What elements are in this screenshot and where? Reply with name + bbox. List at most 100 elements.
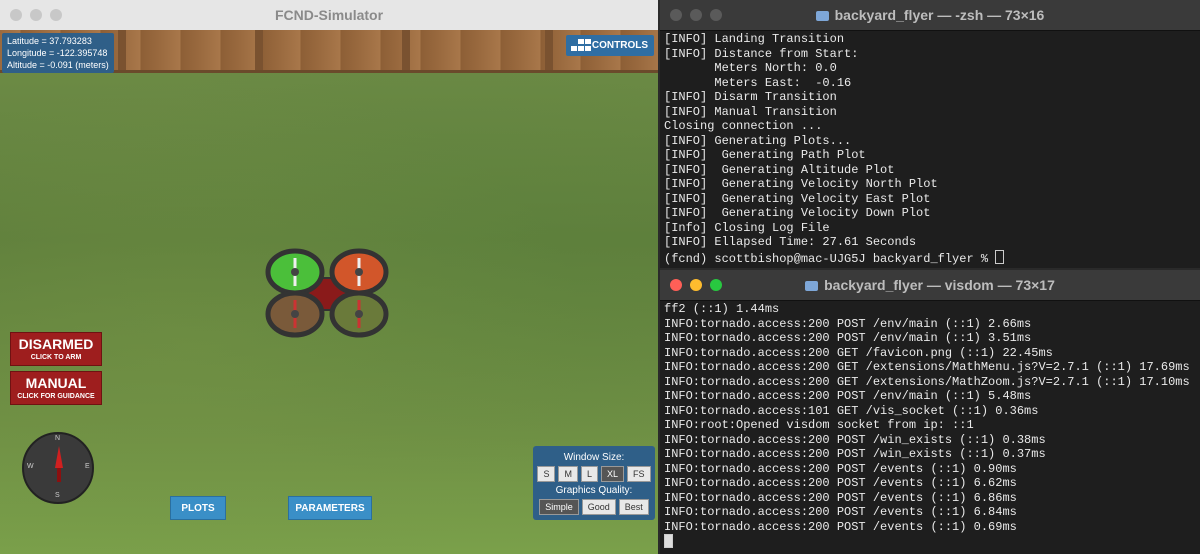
disarmed-button[interactable]: DISARMED CLICK TO ARM bbox=[10, 332, 102, 366]
quality-simple[interactable]: Simple bbox=[539, 499, 579, 515]
latitude-readout: Latitude = 37.793283 bbox=[7, 36, 92, 46]
terminal-line: INFO:tornado.access:200 POST /env/main (… bbox=[664, 331, 1032, 345]
compass-east: E bbox=[85, 463, 90, 470]
terminal-output: ff2 (::1) 1.44ms INFO:tornado.access:200 … bbox=[664, 300, 1200, 554]
graphics-quality-options: Simple Good Best bbox=[533, 499, 655, 515]
minimize-button[interactable] bbox=[30, 9, 42, 21]
window-size-m[interactable]: M bbox=[558, 466, 578, 482]
terminal-cursor bbox=[995, 249, 1005, 264]
compass-needle-tail bbox=[57, 468, 61, 482]
close-button[interactable] bbox=[10, 9, 22, 21]
manual-sublabel: CLICK FOR GUIDANCE bbox=[17, 393, 95, 400]
terminal-window-zsh[interactable]: backyard_flyer — -zsh — 73×16 [INFO] Lan… bbox=[660, 0, 1200, 268]
simulator-window: FCND-Simulator Latitude = 37.793283 Long… bbox=[0, 0, 658, 554]
terminal-line: INFO:tornado.access:200 POST /events (::… bbox=[664, 461, 1017, 476]
zoom-button[interactable] bbox=[710, 9, 722, 21]
compass-north: N bbox=[55, 435, 61, 442]
window-controls bbox=[670, 279, 722, 291]
terminal-line: INFO:tornado.access:200 POST /env/main (… bbox=[664, 316, 1032, 331]
window-size-label: Window Size: bbox=[563, 452, 625, 463]
fence-post bbox=[545, 30, 553, 70]
simulator-titlebar: FCND-Simulator bbox=[0, 0, 658, 31]
compass-south: S bbox=[55, 492, 60, 499]
quadcopter-drone bbox=[265, 248, 389, 338]
manual-label: MANUAL bbox=[25, 375, 87, 391]
terminal-line: INFO:tornado.access:200 POST /events (::… bbox=[664, 519, 1017, 534]
controls-button[interactable]: CONTROLS bbox=[565, 35, 654, 56]
terminal-line: [INFO] Ellapsed Time: 27.61 Seconds bbox=[664, 235, 917, 249]
close-button[interactable] bbox=[670, 279, 682, 291]
terminal-line: [INFO] Generating Plots... bbox=[664, 133, 852, 148]
terminal-line: [INFO] Distance from Start: bbox=[664, 46, 859, 61]
fence-post bbox=[255, 30, 263, 70]
terminal-line: [INFO] Disarm Transition bbox=[664, 90, 837, 104]
terminal-window-visdom[interactable]: backyard_flyer — visdom — 73×17 ff2 (::1… bbox=[660, 270, 1200, 554]
terminal-line: [INFO] Generating Velocity North Plot bbox=[664, 177, 938, 191]
terminal-line: [INFO] Generating Altitude Plot bbox=[664, 162, 895, 177]
close-button[interactable] bbox=[670, 9, 682, 21]
display-settings-panel: Window Size: S M L XL FS Graphics Qualit… bbox=[533, 446, 655, 520]
terminal-line: INFO:tornado.access:200 POST /win_exists… bbox=[664, 432, 1046, 447]
compass-west: W bbox=[27, 463, 34, 470]
longitude-readout: Longitude = -122.395748 bbox=[7, 48, 108, 58]
simulator-title: FCND-Simulator bbox=[274, 7, 384, 23]
terminal-line: Meters North: 0.0 bbox=[664, 61, 837, 75]
altitude-readout: Altitude = -0.091 (meters) bbox=[7, 60, 109, 70]
disarmed-label: DISARMED bbox=[18, 336, 94, 352]
terminal-line: Closing connection ... bbox=[664, 119, 823, 133]
quality-good[interactable]: Good bbox=[581, 499, 616, 515]
minimize-button[interactable] bbox=[690, 279, 702, 291]
graphics-quality-label: Graphics Quality: bbox=[555, 485, 633, 496]
terminal-line: [INFO] Landing Transition bbox=[664, 32, 845, 46]
terminal-line: INFO:tornado.access:101 GET /vis_socket … bbox=[664, 403, 1039, 418]
window-size-fs[interactable]: FS bbox=[627, 466, 651, 482]
window-size-s[interactable]: S bbox=[537, 466, 556, 482]
zoom-button[interactable] bbox=[50, 9, 62, 21]
plots-label: PLOTS bbox=[181, 502, 215, 514]
terminal-line: INFO:tornado.access:200 GET /favicon.png… bbox=[664, 345, 1053, 360]
terminal-line: INFO:tornado.access:200 GET /extensions/… bbox=[664, 360, 1190, 374]
terminal-line: [Info] Closing Log File bbox=[664, 220, 830, 235]
terminal-line: INFO:root:Opened visdom socket from ip: … bbox=[664, 418, 974, 432]
terminal-cursor bbox=[664, 534, 673, 548]
minimize-button[interactable] bbox=[690, 9, 702, 21]
controls-label: CONTROLS bbox=[591, 40, 648, 51]
terminal-line: ff2 (::1) 1.44ms bbox=[664, 302, 780, 316]
fence-post bbox=[402, 30, 410, 70]
terminal-line: [INFO] Generating Velocity Down Plot bbox=[664, 206, 931, 220]
plots-button[interactable]: PLOTS bbox=[170, 496, 226, 520]
terminal-line: [INFO] Generating Path Plot bbox=[664, 148, 866, 162]
compass-icon: N S E W bbox=[22, 432, 94, 504]
window-size-l[interactable]: L bbox=[580, 466, 598, 482]
disarmed-sublabel: CLICK TO ARM bbox=[30, 354, 82, 361]
position-readout: Latitude = 37.793283 Longitude = -122.39… bbox=[2, 33, 114, 73]
terminal-titlebar: backyard_flyer — visdom — 73×17 bbox=[660, 270, 1200, 301]
grid-icon bbox=[570, 39, 591, 53]
terminal-line: INFO:tornado.access:200 GET /extensions/… bbox=[664, 374, 1190, 389]
terminal-prompt-line[interactable] bbox=[664, 534, 1200, 551]
terminal-line: [INFO] Generating Velocity East Plot bbox=[664, 191, 931, 206]
terminal-titlebar: backyard_flyer — -zsh — 73×16 bbox=[660, 0, 1200, 31]
folder-icon bbox=[815, 11, 829, 21]
parameters-button[interactable]: PARAMETERS bbox=[288, 496, 372, 520]
quality-best[interactable]: Best bbox=[618, 499, 649, 515]
folder-icon bbox=[805, 281, 819, 291]
terminal-line: INFO:tornado.access:200 POST /env/main (… bbox=[664, 389, 1032, 403]
window-controls bbox=[10, 9, 62, 21]
fence-post bbox=[118, 30, 126, 70]
window-size-options: S M L XL FS bbox=[533, 466, 655, 482]
terminal-prompt: (fcnd) scottbishop@mac-UJG5J backyard_fl… bbox=[664, 251, 996, 266]
simulator-scene[interactable]: Latitude = 37.793283 Longitude = -122.39… bbox=[0, 30, 658, 554]
terminal-title: backyard_flyer — visdom — 73×17 bbox=[824, 277, 1055, 293]
manual-button[interactable]: MANUAL CLICK FOR GUIDANCE bbox=[10, 371, 102, 405]
terminal-line: [INFO] Manual Transition bbox=[664, 104, 837, 119]
terminal-prompt-line[interactable]: (fcnd) scottbishop@mac-UJG5J backyard_fl… bbox=[664, 249, 1200, 267]
window-size-xl[interactable]: XL bbox=[601, 466, 625, 482]
terminal-title: backyard_flyer — -zsh — 73×16 bbox=[834, 7, 1045, 23]
terminal-output: [INFO] Landing Transition [INFO] Distance… bbox=[664, 30, 1200, 268]
window-controls bbox=[670, 9, 722, 21]
zoom-button[interactable] bbox=[710, 279, 722, 291]
parameters-label: PARAMETERS bbox=[295, 502, 365, 514]
terminal-line: INFO:tornado.access:200 POST /events (::… bbox=[664, 505, 1017, 519]
compass-needle bbox=[55, 446, 63, 468]
